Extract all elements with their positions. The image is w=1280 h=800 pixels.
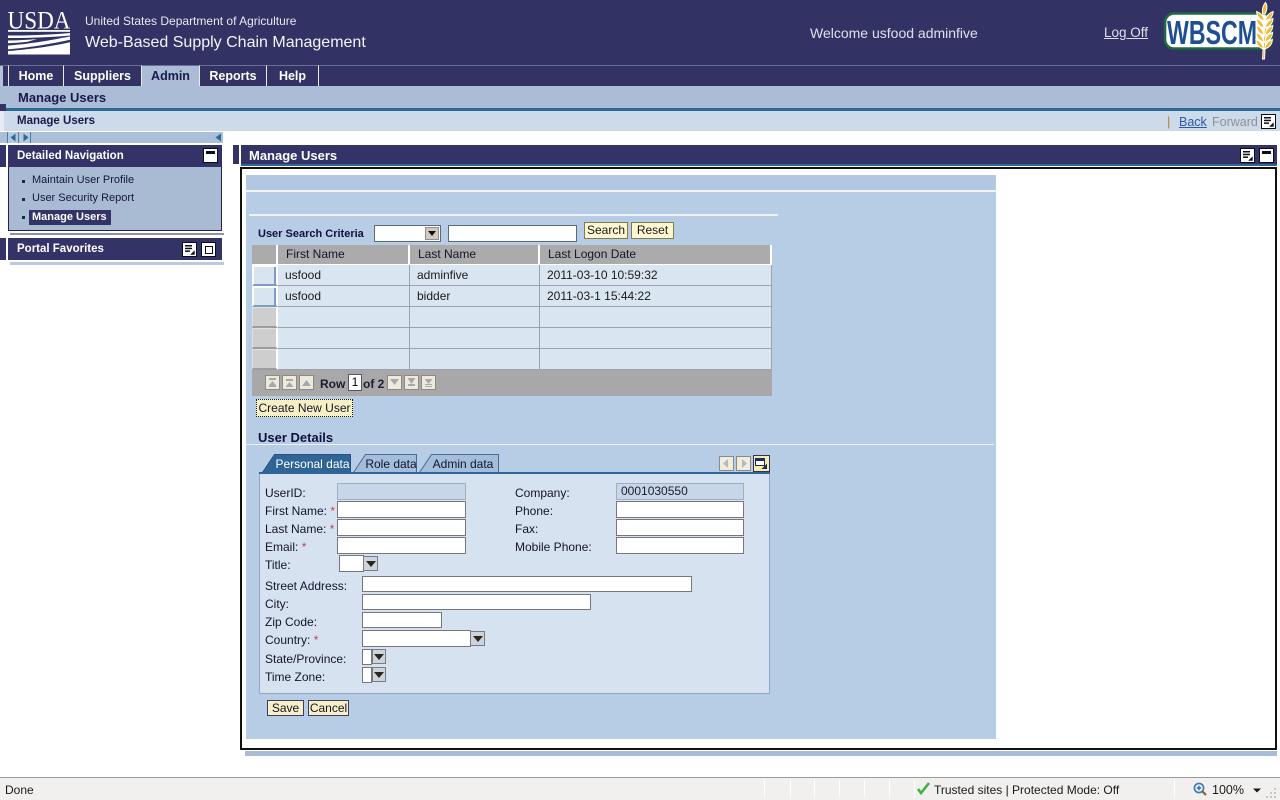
svg-text:WBSCM: WBSCM [1167,14,1257,51]
